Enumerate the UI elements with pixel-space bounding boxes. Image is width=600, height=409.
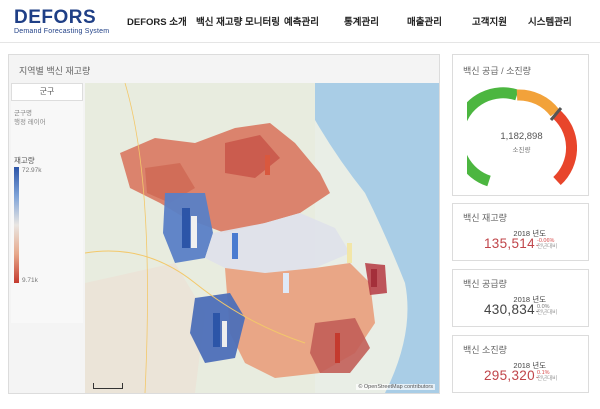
stock-bar (182, 208, 190, 248)
supply-consumption-panel: 백신 공급 / 소진량 1,182,898 소진량 (452, 54, 589, 196)
gauge-panel-title: 백신 공급 / 소진량 (463, 66, 531, 76)
nav-item-statistics[interactable]: 통계관리 (344, 14, 379, 28)
kpi-value: 430,834- (484, 302, 539, 317)
regional-inventory-panel: 지역별 백신 재고량 군구 군구명 행정 레이어 재고량 72.97k 9.71… (8, 54, 440, 394)
legend-min-value: 9.71k (22, 277, 38, 284)
stock-bar (335, 333, 340, 363)
main-nav: DEFORS 소개 백신 재고량 모니터링 예측관리 통계관리 매출관리 고객지… (0, 14, 600, 28)
map-legend: 군구 군구명 행정 레이어 재고량 72.97k 9.71k (11, 83, 83, 323)
header-divider (0, 42, 600, 43)
kpi-value-number: 135,514 (484, 236, 535, 251)
gauge-value: 1,182,898 (500, 131, 543, 142)
nav-item-system[interactable]: 시스템관리 (528, 14, 572, 28)
stock-bar (265, 155, 270, 175)
kpi-title: 백신 재고량 (463, 213, 507, 223)
map-scale-bar (93, 383, 123, 389)
kpi-consumption-card: 백신 소진량 2018 년도 295,320- 0.1% 전년대비 (452, 335, 589, 393)
stock-bar (347, 243, 352, 263)
kpi-value-number: 430,834 (484, 302, 535, 317)
legend-max-value: 72.97k (22, 167, 42, 174)
kpi-change: 0.0% 전년대비 (537, 304, 557, 316)
stock-bar (232, 233, 238, 259)
map-attribution[interactable]: © OpenStreetMap contributors (356, 384, 435, 390)
kpi-inventory-card: 백신 재고량 2018 년도 135,514- -0.06% 전년대비 (452, 203, 589, 261)
gauge-arc-orange (516, 89, 560, 117)
kpi-change-label: 전년대비 (537, 376, 558, 382)
nav-item-support[interactable]: 고객지원 (472, 14, 507, 28)
nav-item-inventory-monitoring[interactable]: 백신 재고량 모니터링 (196, 14, 280, 28)
kpi-change-label: 전년대비 (537, 244, 558, 250)
layer-type-label: 행정 레이어 (14, 119, 46, 126)
choropleth-map[interactable]: © OpenStreetMap contributors (85, 83, 439, 393)
legend-color-scale (14, 167, 19, 283)
stock-bar (222, 321, 227, 347)
kpi-value: 295,320- (484, 368, 539, 383)
district-tab[interactable]: 군구 (11, 83, 83, 101)
stock-bar (283, 273, 289, 293)
stock-bar (371, 269, 377, 287)
nav-item-forecast[interactable]: 예측관리 (284, 14, 319, 28)
kpi-change: -0.06% 전년대비 (537, 238, 557, 250)
kpi-change-label: 전년대비 (537, 310, 558, 316)
top-header: DEFORS Demand Forecasting System DEFORS … (0, 0, 600, 40)
kpi-supply-card: 백신 공급량 2018 년도 430,834- 0.0% 전년대비 (452, 269, 589, 327)
stock-bar (191, 216, 197, 248)
nav-item-sales[interactable]: 매출관리 (407, 14, 442, 28)
map-panel-title: 지역별 백신 재고량 (19, 66, 91, 76)
stock-bar (213, 313, 220, 347)
kpi-change: 0.1% 전년대비 (537, 370, 557, 382)
kpi-value: 135,514- (484, 236, 539, 251)
legend-title: 재고량 (14, 156, 35, 165)
gauge-label: 소진량 (512, 147, 531, 154)
map-canvas[interactable] (85, 83, 439, 393)
kpi-value-number: 295,320 (484, 368, 535, 383)
kpi-title: 백신 공급량 (463, 279, 507, 289)
nav-item-about[interactable]: DEFORS 소개 (127, 14, 187, 28)
logo-subtitle: Demand Forecasting System (14, 28, 110, 35)
kpi-title: 백신 소진량 (463, 345, 507, 355)
